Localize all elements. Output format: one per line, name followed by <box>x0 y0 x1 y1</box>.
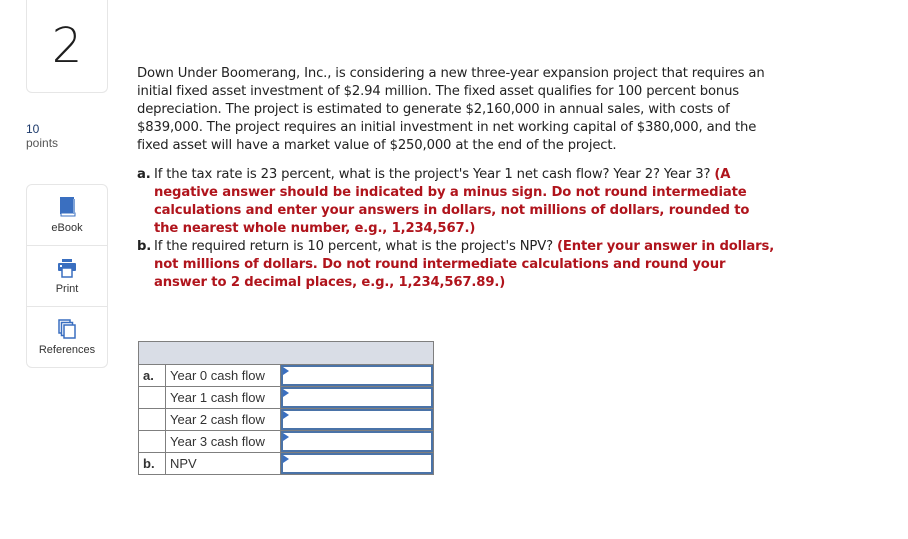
ebook-button[interactable]: eBook <box>27 185 107 246</box>
input-marker-icon <box>283 455 289 463</box>
table-row: Year 3 cash flow <box>138 430 434 453</box>
answer-cell <box>280 430 434 453</box>
ebook-label: eBook <box>51 222 83 234</box>
question-number: 2 <box>51 18 83 74</box>
row-label: Year 2 cash flow <box>165 408 281 431</box>
part-b-body: If the required return is 10 percent, wh… <box>154 238 777 292</box>
points-info: 10 points <box>26 122 58 150</box>
tools-panel: eBook Print References <box>26 184 108 368</box>
table-header-row <box>138 341 434 365</box>
print-label: Print <box>55 283 79 295</box>
part-text: If the tax rate is 23 percent, what is t… <box>154 167 711 182</box>
question-parts: a. If the tax rate is 23 percent, what i… <box>137 166 777 292</box>
year0-cashflow-input[interactable] <box>281 365 433 386</box>
answer-cell <box>280 408 434 431</box>
part-letter: a. <box>137 167 151 182</box>
points-label: points <box>26 136 59 150</box>
row-label: Year 3 cash flow <box>165 430 281 453</box>
points-value: 10 <box>26 122 40 136</box>
npv-input[interactable] <box>281 453 433 474</box>
input-marker-icon <box>283 367 289 375</box>
row-label: Year 1 cash flow <box>165 386 281 409</box>
question-part-b: b. If the required return is 10 percent,… <box>137 238 777 292</box>
row-letter <box>138 430 166 453</box>
input-marker-icon <box>283 411 289 419</box>
table-row: Year 2 cash flow <box>138 408 434 431</box>
question-body: Down Under Boomerang, Inc., is consideri… <box>137 66 765 153</box>
table-row: Year 1 cash flow <box>138 386 434 409</box>
question-part-a: a. If the tax rate is 23 percent, what i… <box>137 166 777 238</box>
printer-icon <box>58 259 76 278</box>
table-row: a. Year 0 cash flow <box>138 364 434 387</box>
year2-cashflow-input[interactable] <box>281 409 433 430</box>
answer-table: a. Year 0 cash flow Year 1 cash flow Yea… <box>138 341 434 475</box>
part-a-body: If the tax rate is 23 percent, what is t… <box>154 166 777 238</box>
row-letter <box>138 408 166 431</box>
references-label: References <box>38 344 96 356</box>
answer-cell <box>280 364 434 387</box>
input-marker-icon <box>283 389 289 397</box>
answer-cell <box>280 386 434 409</box>
row-label: NPV <box>165 452 281 475</box>
year1-cashflow-input[interactable] <box>281 387 433 408</box>
row-label: Year 0 cash flow <box>165 364 281 387</box>
references-button[interactable]: References <box>27 307 107 367</box>
question-number-box: 2 <box>26 0 108 93</box>
book-icon <box>60 197 76 217</box>
print-button[interactable]: Print <box>27 246 107 307</box>
row-letter: b. <box>138 452 166 475</box>
row-letter <box>138 386 166 409</box>
row-letter: a. <box>138 364 166 387</box>
answer-cell <box>280 452 434 475</box>
part-text: If the required return is 10 percent, wh… <box>154 239 553 254</box>
table-header-cell <box>138 341 434 365</box>
part-letter: b. <box>137 239 152 254</box>
table-row: b. NPV <box>138 452 434 475</box>
input-marker-icon <box>283 433 289 441</box>
question-content: Down Under Boomerang, Inc., is consideri… <box>137 65 777 292</box>
documents-icon <box>58 319 76 339</box>
year3-cashflow-input[interactable] <box>281 431 433 452</box>
